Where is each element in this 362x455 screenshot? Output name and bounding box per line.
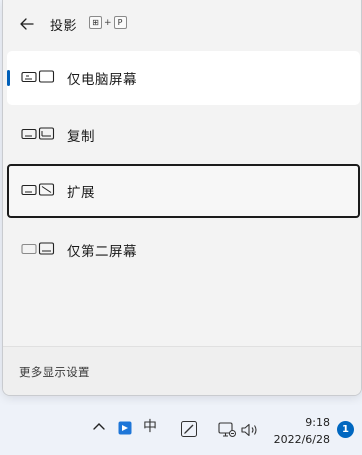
- network-button[interactable]: [218, 422, 236, 438]
- screen: 投影 ⊞ + P 仅电脑屏幕 复制 扩展 仅第二屏幕 更多显示设置 中 9:18…: [0, 0, 362, 455]
- option-label: 复制: [67, 129, 95, 145]
- option-pc-screen-only[interactable]: 仅电脑屏幕: [7, 51, 360, 105]
- back-button[interactable]: [13, 11, 41, 37]
- tray-app-button[interactable]: [118, 421, 132, 435]
- option-second-screen-only[interactable]: 仅第二屏幕: [7, 223, 360, 277]
- option-label: 仅电脑屏幕: [67, 72, 137, 88]
- duplicate-icon: [21, 127, 55, 140]
- extend-icon: [21, 183, 55, 196]
- option-extend[interactable]: 扩展: [7, 164, 360, 218]
- selected-indicator: [7, 70, 10, 86]
- show-hidden-icons-button[interactable]: [91, 418, 107, 434]
- network-icon: [218, 422, 236, 437]
- second-screen-only-icon: [21, 242, 55, 255]
- project-flyout: 投影 ⊞ + P 仅电脑屏幕 复制 扩展 仅第二屏幕 更多显示设置: [2, 0, 362, 396]
- volume-button[interactable]: [241, 423, 259, 437]
- option-label: 扩展: [67, 185, 95, 201]
- p-key: P: [113, 16, 127, 29]
- option-label: 仅第二屏幕: [67, 244, 137, 260]
- back-arrow-icon: [20, 18, 34, 30]
- app-tray-icon: [118, 421, 132, 435]
- flyout-title: 投影: [50, 19, 78, 34]
- flyout-header: 投影 ⊞ + P: [3, 0, 361, 46]
- chevron-up-icon: [93, 423, 105, 430]
- speaker-icon: [241, 423, 257, 437]
- option-duplicate[interactable]: 复制: [7, 108, 360, 162]
- clock-date: 2022/6/28: [273, 433, 330, 446]
- shortcut-plus: +: [104, 17, 112, 28]
- clock[interactable]: 9:18 2022/6/28: [268, 416, 330, 448]
- keyboard-shortcut: ⊞ + P: [89, 16, 127, 29]
- more-display-settings-link[interactable]: 更多显示设置: [19, 364, 90, 380]
- input-method-indicator[interactable]: 中: [143, 416, 157, 436]
- clock-time: 9:18: [305, 416, 330, 429]
- notification-badge[interactable]: 1: [337, 421, 354, 438]
- pen-icon: [181, 421, 197, 437]
- windows-key-icon: ⊞: [89, 16, 102, 29]
- flyout-footer: 更多显示设置: [3, 346, 361, 395]
- pc-screen-only-icon: [21, 70, 55, 83]
- pen-menu-button[interactable]: [180, 420, 198, 438]
